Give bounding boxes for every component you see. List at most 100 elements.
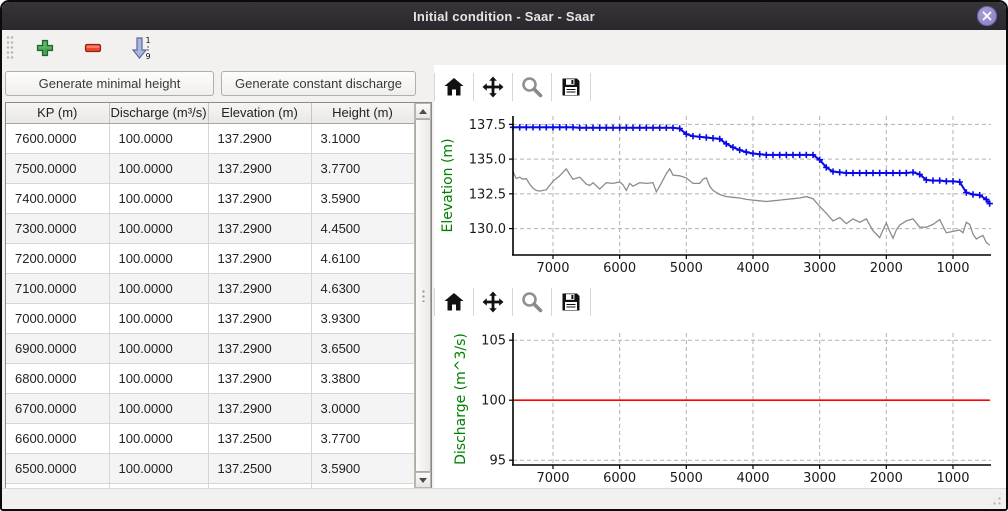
table-cell[interactable]: 100.0000: [109, 423, 208, 453]
table-cell[interactable]: 137.2500: [208, 423, 311, 453]
table-cell[interactable]: 3.7700: [311, 423, 414, 453]
charts-panel: 7000600050004000300020001000137.5135.013…: [434, 65, 1008, 490]
close-button[interactable]: [977, 6, 997, 26]
scroll-down-icon: [419, 478, 427, 483]
table-cell[interactable]: 137.2900: [208, 243, 311, 273]
generate-minimal-height-button[interactable]: Generate minimal height: [5, 71, 214, 96]
table-cell[interactable]: 7000.0000: [6, 303, 109, 333]
table-row[interactable]: 7300.0000100.0000137.29004.4500: [6, 213, 414, 243]
table-cell[interactable]: 137.2900: [208, 303, 311, 333]
table-cell[interactable]: 100.0000: [109, 273, 208, 303]
y-axis-label: Elevation (m): [440, 138, 456, 232]
table-cell[interactable]: 3.3800: [311, 363, 414, 393]
table-row[interactable]: 7000.0000100.0000137.29003.9300: [6, 303, 414, 333]
table-cell[interactable]: 137.2900: [208, 183, 311, 213]
table-cell[interactable]: 6500.0000: [6, 453, 109, 483]
table-cell[interactable]: 3.5900: [311, 453, 414, 483]
scroll-up-button[interactable]: [415, 103, 431, 119]
table-row[interactable]: 6500.0000100.0000137.25003.5900: [6, 453, 414, 483]
window: Initial condition - Saar - Saar 1: [0, 0, 1008, 511]
table-cell[interactable]: 4.4500: [311, 213, 414, 243]
table-cell[interactable]: 100.0000: [109, 153, 208, 183]
plus-icon: [35, 38, 55, 58]
table-cell[interactable]: 100.0000: [109, 453, 208, 483]
sort-rows-button[interactable]: 1 9: [124, 33, 158, 63]
table-row[interactable]: 7200.0000100.0000137.29004.6100: [6, 243, 414, 273]
table-cell[interactable]: 7100.0000: [6, 273, 109, 303]
zoom-magnifier-icon: [520, 290, 544, 314]
table-cell[interactable]: 3.1000: [311, 123, 414, 153]
home-button[interactable]: [435, 69, 473, 105]
x-tick-label: 3000: [803, 471, 836, 486]
table-cell[interactable]: 137.2900: [208, 123, 311, 153]
save-button[interactable]: [552, 284, 590, 320]
table-cell[interactable]: 100.0000: [109, 333, 208, 363]
generate-constant-discharge-button[interactable]: Generate constant discharge: [221, 71, 416, 96]
y-tick-label: 100: [481, 394, 506, 409]
table-cell[interactable]: 3.7700: [311, 153, 414, 183]
save-button[interactable]: [552, 69, 590, 105]
pan-button[interactable]: [474, 69, 512, 105]
table-cell[interactable]: 100.0000: [109, 393, 208, 423]
table-cell[interactable]: 137.2900: [208, 153, 311, 183]
titlebar[interactable]: Initial condition - Saar - Saar: [2, 2, 1006, 30]
table-row[interactable]: 7500.0000100.0000137.29003.7700: [6, 153, 414, 183]
table-cell[interactable]: 137.2900: [208, 273, 311, 303]
header-elevation[interactable]: Elevation (m): [208, 103, 311, 123]
table-row[interactable]: 6800.0000100.0000137.29003.3800: [6, 363, 414, 393]
table-cell[interactable]: 7500.0000: [6, 153, 109, 183]
toolbar-drag-handle[interactable]: [6, 35, 14, 61]
table-cell[interactable]: 100.0000: [109, 243, 208, 273]
table-cell[interactable]: 137.2900: [208, 363, 311, 393]
table-cell[interactable]: 7300.0000: [6, 213, 109, 243]
table-cell[interactable]: 137.2900: [208, 393, 311, 423]
remove-row-button[interactable]: [76, 33, 110, 63]
header-discharge[interactable]: Discharge (m³/s): [109, 103, 208, 123]
discharge-chart[interactable]: 700060005000400030002000100010510095Disc…: [435, 323, 1005, 489]
table-cell[interactable]: 100.0000: [109, 303, 208, 333]
x-tick-label: 5000: [670, 261, 703, 276]
table-cell[interactable]: 137.2900: [208, 333, 311, 363]
table-cell[interactable]: 137.2500: [208, 453, 311, 483]
table-cell[interactable]: 100.0000: [109, 363, 208, 393]
x-tick-label: 6000: [603, 261, 636, 276]
table-cell[interactable]: 6800.0000: [6, 363, 109, 393]
table-row[interactable]: 7100.0000100.0000137.29004.6300: [6, 273, 414, 303]
table-cell[interactable]: 3.9300: [311, 303, 414, 333]
zoom-button[interactable]: [513, 284, 551, 320]
table-row[interactable]: 7600.0000100.0000137.29003.1000: [6, 123, 414, 153]
elevation-chart[interactable]: 7000600050004000300020001000137.5135.013…: [435, 110, 1005, 280]
table-cell[interactable]: 6700.0000: [6, 393, 109, 423]
table-row[interactable]: 6700.0000100.0000137.29003.0000: [6, 393, 414, 423]
table-cell[interactable]: 7200.0000: [6, 243, 109, 273]
home-button[interactable]: [435, 284, 473, 320]
table-row[interactable]: 6600.0000100.0000137.25003.7700: [6, 423, 414, 453]
resize-grip[interactable]: [988, 492, 1002, 506]
scrollbar-thumb[interactable]: [415, 119, 431, 472]
zoom-button[interactable]: [513, 69, 551, 105]
table-cell[interactable]: 100.0000: [109, 183, 208, 213]
header-height[interactable]: Height (m): [311, 103, 414, 123]
table-cell[interactable]: 3.6500: [311, 333, 414, 363]
table-cell[interactable]: 6900.0000: [6, 333, 109, 363]
table-cell[interactable]: 7400.0000: [6, 183, 109, 213]
header-kp[interactable]: KP (m): [6, 103, 109, 123]
table-cell[interactable]: 7600.0000: [6, 123, 109, 153]
x-tick-label: 5000: [670, 471, 703, 486]
table-cell[interactable]: 4.6300: [311, 273, 414, 303]
table-cell[interactable]: 3.5900: [311, 183, 414, 213]
pan-button[interactable]: [474, 284, 512, 320]
table-row[interactable]: 6900.0000100.0000137.29003.6500: [6, 333, 414, 363]
table-cell[interactable]: 4.6100: [311, 243, 414, 273]
table-scrollbar[interactable]: [414, 103, 431, 488]
scroll-down-button[interactable]: [415, 472, 431, 488]
table-cell[interactable]: 100.0000: [109, 123, 208, 153]
x-tick-label: 2000: [870, 261, 903, 276]
x-tick-label: 2000: [870, 471, 903, 486]
add-row-button[interactable]: [28, 33, 62, 63]
table-row[interactable]: 7400.0000100.0000137.29003.5900: [6, 183, 414, 213]
table-cell[interactable]: 137.2900: [208, 213, 311, 243]
table-cell[interactable]: 3.0000: [311, 393, 414, 423]
table-cell[interactable]: 100.0000: [109, 213, 208, 243]
table-cell[interactable]: 6600.0000: [6, 423, 109, 453]
